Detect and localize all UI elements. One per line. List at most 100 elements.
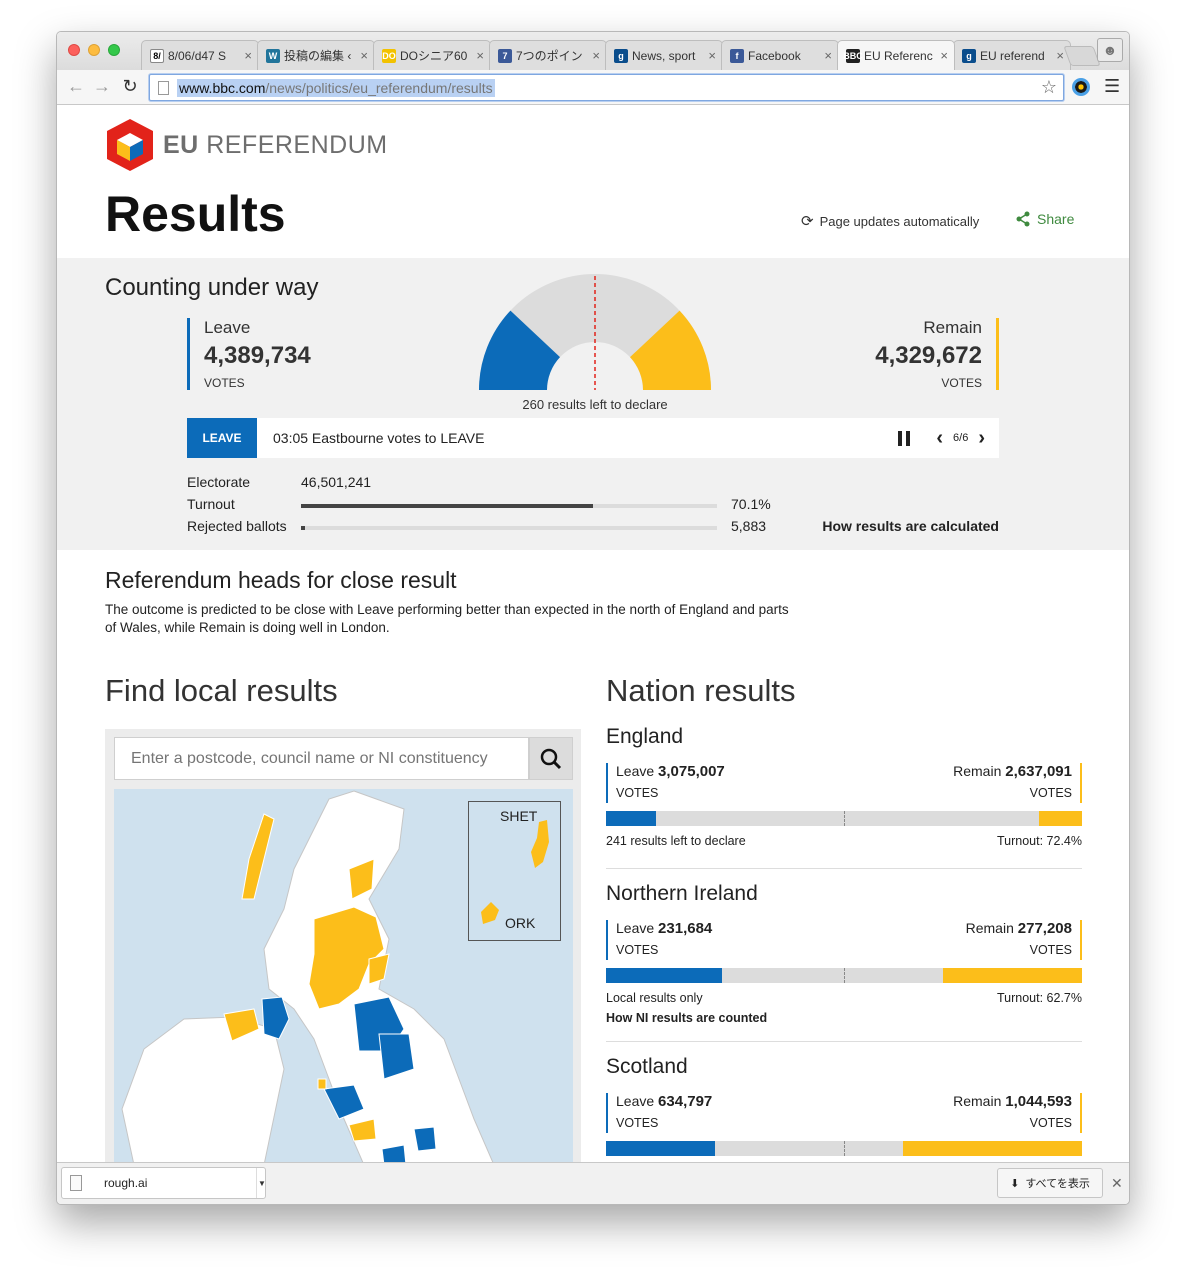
tab-label: 7つのポイン (516, 49, 583, 63)
nation-leave-votes: Leave 231,684 VOTES (606, 920, 712, 960)
search-button[interactable] (529, 737, 573, 780)
ticker-badge: LEAVE (187, 418, 257, 458)
tab-label: EU referend (980, 48, 1045, 63)
browser-tab[interactable]: f Facebook × (721, 40, 839, 70)
close-tab-icon[interactable]: × (476, 48, 484, 63)
nation-foot-left: Local results only (606, 991, 703, 1005)
tab-label: 8/06/d47 S (168, 48, 227, 63)
download-shelf: rough.ai ▼ ⬇ すべてを表示 ✕ (57, 1162, 1129, 1204)
page-content: EU REFERENDUM Results ⟳ Page updates aut… (57, 105, 1129, 1162)
close-tab-icon[interactable]: × (824, 48, 832, 63)
nation-foot-left: 241 results left to declare (606, 834, 746, 848)
nation-result-block: Northern Ireland Leave 231,684 VOTES Remain… (606, 882, 1082, 1042)
favicon-icon: W (266, 48, 280, 63)
url-text[interactable]: www.bbc.com/news/politics/eu_referendum/… (177, 78, 495, 97)
nation-separator (606, 1041, 1082, 1042)
turnout-value: 70.1% (731, 496, 771, 512)
nation-remain-bar (1039, 811, 1082, 826)
rejected-value: 5,883 (731, 518, 767, 534)
pause-icon[interactable] (898, 430, 911, 446)
download-item[interactable]: rough.ai ▼ (61, 1167, 266, 1199)
browser-window: 8/8/06/d47 S × W 投稿の編集 ‹ × DO DOシニア60 × 7 7つのポイン ×… (56, 31, 1130, 1205)
nation-result-block: England Leave 3,075,007 VOTES Remain 2,637,… (606, 725, 1082, 869)
close-tab-icon[interactable]: × (244, 48, 252, 63)
ni-results-link[interactable]: How NI results are counted (606, 1011, 1082, 1025)
headline-body: The outcome is predicted to be close wit… (105, 602, 789, 635)
page-title: Results (105, 186, 286, 242)
nation-majority-line (844, 811, 845, 826)
new-tab-button[interactable] (1063, 46, 1101, 66)
shetland-orkney-inset[interactable]: SHET ORK (468, 801, 561, 941)
tab-label: EU Referenc (864, 48, 933, 63)
nation-result-bar (606, 1141, 1082, 1156)
tab-label: 投稿の編集 ‹ (284, 49, 352, 63)
nation-majority-line (844, 1141, 845, 1156)
favicon-icon: g (962, 48, 976, 63)
how-results-calculated-link[interactable]: How results are calculated (822, 518, 999, 534)
person-icon: ☻ (1102, 42, 1118, 58)
chevron-right-icon[interactable]: › (978, 427, 985, 450)
nation-name: Scotland (606, 1055, 688, 1078)
reload-button[interactable]: ↻ (119, 76, 141, 97)
file-icon (70, 1175, 82, 1191)
menu-icon[interactable]: ☰ (1104, 76, 1120, 97)
logo-wordmark[interactable]: EU REFERENDUM (163, 131, 388, 160)
show-all-downloads-button[interactable]: ⬇ すべてを表示 (997, 1168, 1103, 1198)
zoom-window-button[interactable] (108, 44, 120, 56)
minimize-window-button[interactable] (88, 44, 100, 56)
browser-tab[interactable]: g News, sport × (605, 40, 723, 70)
turnout-label: Turnout (187, 496, 235, 512)
remain-total: Remain 4,329,672 VOTES (817, 318, 999, 390)
address-bar[interactable]: www.bbc.com/news/politics/eu_referendum/… (149, 74, 1064, 101)
favicon-icon: 8/ (150, 48, 164, 63)
rejected-bar (301, 526, 717, 530)
electorate-value: 46,501,241 (301, 474, 372, 490)
close-tab-icon[interactable]: × (592, 48, 600, 63)
turnout-bar-fill (301, 504, 593, 508)
search-input[interactable] (114, 737, 529, 780)
favicon-icon: g (614, 48, 628, 63)
back-button[interactable]: ← (65, 76, 87, 97)
rejected-label: Rejected ballots (187, 518, 287, 534)
rejected-bar-fill (301, 526, 306, 530)
browser-tab[interactable]: BBC EU Referenc × (837, 40, 955, 70)
tab-label: DOシニア60 (400, 49, 468, 63)
nation-leave-votes: Leave 634,797 VOTES (606, 1093, 712, 1133)
close-tab-icon[interactable]: × (1056, 48, 1064, 63)
results-left-label: 260 results left to declare (522, 397, 668, 412)
headline-title: Referendum heads for close result (105, 567, 457, 593)
browser-tab[interactable]: 7 7つのポイン × (489, 40, 607, 70)
close-tab-icon[interactable]: × (708, 48, 716, 63)
chevron-left-icon[interactable]: ‹ (936, 427, 943, 450)
nation-leave-bar (606, 968, 722, 983)
profile-button[interactable]: ☻ (1097, 38, 1123, 62)
bookmark-star-icon[interactable]: ☆ (1041, 77, 1057, 98)
counting-status: Counting under way (105, 274, 319, 301)
summary-panel: Counting under way Leave 4,389,734 VOTES… (57, 258, 1129, 550)
dropdown-arrow-icon[interactable]: ▼ (256, 1168, 267, 1198)
nation-leave-votes: Leave 3,075,007 VOTES (606, 763, 725, 803)
turnout-bar (301, 504, 717, 508)
close-tab-icon[interactable]: × (940, 48, 948, 63)
close-tab-icon[interactable]: × (360, 48, 368, 63)
nation-remain-bar (903, 1141, 1082, 1156)
results-map[interactable]: SHET ORK (114, 789, 573, 1162)
nation-turnout: Turnout: 62.7% (996, 991, 1082, 1005)
close-shelf-icon[interactable]: ✕ (1111, 1175, 1123, 1192)
eu-referendum-logo-icon (107, 119, 153, 171)
browser-tab[interactable]: 8/8/06/d47 S × (141, 40, 259, 70)
ticker-message[interactable]: 03:05 Eastbourne votes to LEAVE (273, 430, 898, 446)
browser-tab[interactable]: g EU referend × (953, 40, 1071, 70)
browser-tab[interactable]: DO DOシニア60 × (373, 40, 491, 70)
browser-tab[interactable]: W 投稿の編集 ‹ × (257, 40, 375, 70)
leave-total: Leave 4,389,734 VOTES (187, 318, 311, 390)
download-icon: ⬇ (1010, 1177, 1020, 1190)
nation-result-bar (606, 968, 1082, 983)
close-window-button[interactable] (68, 44, 80, 56)
extension-icon[interactable] (1072, 78, 1090, 96)
auto-update-note: ⟳ Page updates automatically (801, 213, 980, 230)
forward-button[interactable]: → (91, 76, 113, 97)
nation-remain-votes: Remain 277,208 VOTES (966, 920, 1082, 960)
nation-leave-bar (606, 811, 656, 826)
share-button[interactable]: Share (1015, 211, 1074, 227)
